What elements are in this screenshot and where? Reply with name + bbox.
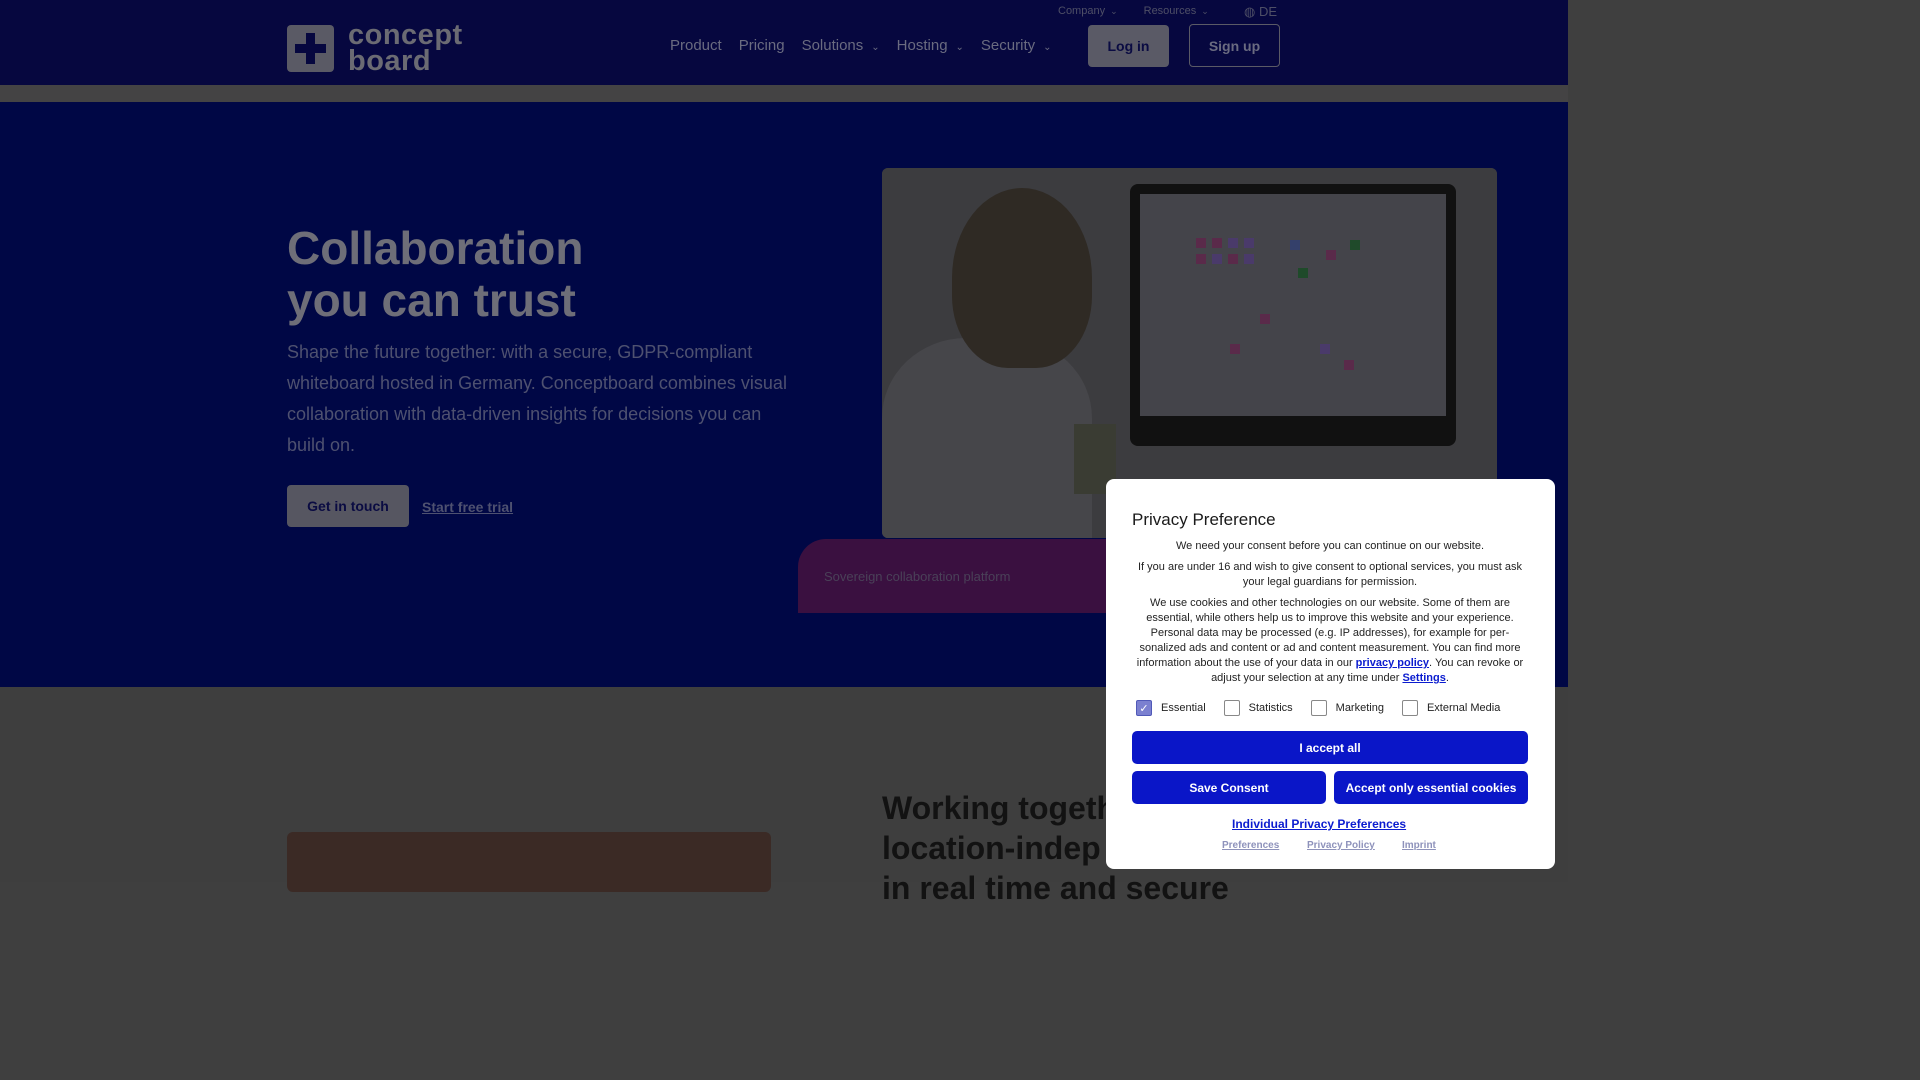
language-switcher[interactable]: ◍ DE — [1244, 4, 1277, 20]
site-logo[interactable]: concept board — [287, 21, 463, 77]
start-free-trial-link[interactable]: Start free trial — [422, 499, 513, 515]
checkbox-essential[interactable]: ✓ Essential — [1136, 700, 1206, 716]
chevron-down-icon: ⌄ — [1110, 6, 1118, 16]
logo-plus-icon — [287, 24, 334, 72]
accept-essential-button[interactable]: Accept only essential cookies — [1334, 771, 1528, 804]
chevron-down-icon: ⌄ — [955, 42, 964, 53]
whiteboard-screen-illustration — [1140, 194, 1446, 416]
get-in-touch-button[interactable]: Get in touch — [287, 485, 409, 527]
util-nav-resources[interactable]: Resources ⌄ — [1144, 5, 1209, 17]
logo-text-line2: board — [348, 45, 432, 77]
privacy-consent-dialog: Privacy Preference We need your consent … — [1106, 479, 1555, 869]
globe-icon: ◍ — [1244, 4, 1256, 19]
save-consent-button[interactable]: Save Consent — [1132, 771, 1326, 804]
settings-link[interactable]: Settings — [1402, 672, 1445, 684]
header-divider — [0, 85, 1568, 102]
consent-details: We use cookies and other technologies on… — [1136, 597, 1524, 684]
consent-intro: We need your consent before you can cont… — [1176, 540, 1484, 552]
privacy-policy-link[interactable]: privacy policy — [1356, 657, 1429, 669]
utility-nav: Company ⌄ Resources ⌄ — [1058, 5, 1209, 17]
chevron-down-icon: ⌄ — [1043, 42, 1052, 53]
consent-title: Privacy Preference — [1132, 510, 1276, 529]
checkbox-marketing[interactable]: Marketing — [1310, 700, 1384, 716]
accept-all-button[interactable]: I accept all — [1132, 731, 1528, 764]
chevron-down-icon: ⌄ — [1201, 6, 1209, 16]
nav-solutions[interactable]: Solutions ⌄ — [802, 37, 880, 54]
chevron-down-icon: ⌄ — [871, 42, 880, 53]
login-button[interactable]: Log in — [1088, 25, 1169, 67]
nav-pricing[interactable]: Pricing — [739, 37, 785, 54]
nav-product[interactable]: Product — [670, 37, 722, 54]
main-nav: Product Pricing Solutions ⌄ Hosting ⌄ Secu… — [670, 37, 1052, 54]
person-illustration — [882, 338, 1092, 538]
hero-description: Shape the future together: with a secure… — [287, 342, 787, 455]
footer-imprint-link[interactable]: Imprint — [1402, 840, 1436, 851]
footer-privacy-policy-link[interactable]: Privacy Policy — [1307, 840, 1375, 851]
consent-categories: ✓ Essential Statistics Marketing External… — [1136, 700, 1518, 716]
util-nav-company[interactable]: Company ⌄ — [1058, 5, 1118, 17]
consent-age-notice: If you are under 16 and wish to give con… — [1138, 561, 1522, 588]
individual-privacy-preferences-link[interactable]: Individual Privacy Preferences — [1232, 817, 1406, 831]
lower-section-image — [287, 832, 771, 892]
nav-security[interactable]: Security ⌄ — [981, 37, 1052, 54]
checkbox-statistics[interactable]: Statistics — [1223, 700, 1293, 716]
hero-badge-text: Sovereign collaboration platform — [824, 569, 1011, 584]
footer-preferences-link[interactable]: Preferences — [1222, 840, 1279, 851]
signup-button[interactable]: Sign up — [1189, 24, 1280, 67]
hero-title: Collaboration you can trust — [287, 222, 584, 326]
checkmark-icon: ✓ — [1136, 700, 1152, 716]
checkbox-external-media[interactable]: External Media — [1401, 700, 1500, 716]
site-header: concept board Company ⌄ Resources ⌄ ◍ DE P… — [0, 0, 1568, 85]
nav-hosting[interactable]: Hosting ⌄ — [897, 37, 964, 54]
